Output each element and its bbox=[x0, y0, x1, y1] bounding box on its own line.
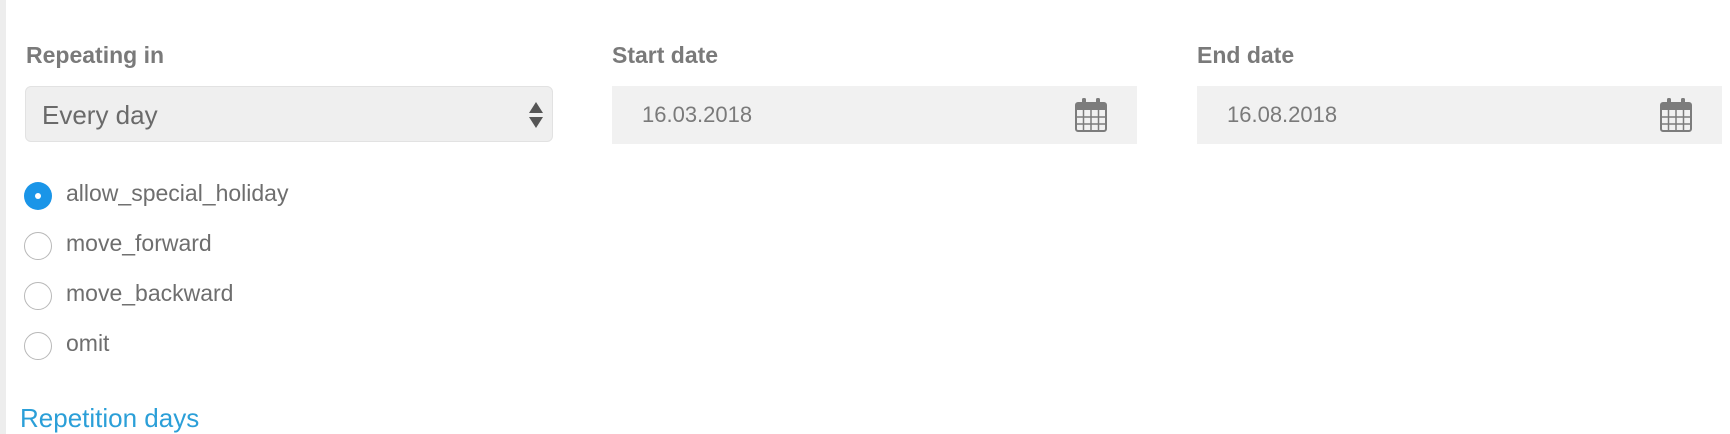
left-border bbox=[0, 0, 6, 434]
end-date-field[interactable]: 16.08.2018 bbox=[1197, 86, 1722, 144]
start-date-value: 16.03.2018 bbox=[642, 102, 753, 127]
start-date-field[interactable]: 16.03.2018 bbox=[612, 86, 1137, 144]
radio-label: move_backward bbox=[66, 280, 234, 306]
radio-button[interactable] bbox=[24, 232, 52, 260]
repeating-select[interactable]: Every day bbox=[25, 86, 553, 142]
radio-label: omit bbox=[66, 330, 110, 356]
radio-label: allow_special_holiday bbox=[66, 180, 289, 206]
end-date-label: End date bbox=[1197, 42, 1295, 68]
radio-button-checked[interactable] bbox=[24, 182, 52, 210]
radio-label: move_forward bbox=[66, 230, 212, 256]
end-date-value: 16.08.2018 bbox=[1227, 102, 1338, 127]
repeating-label: Repeating in bbox=[26, 42, 165, 68]
calendar-icon[interactable] bbox=[1660, 98, 1692, 132]
up-down-arrows-icon bbox=[529, 102, 543, 128]
repetition-days-heading[interactable]: Repetition days bbox=[20, 403, 199, 434]
calendar-icon[interactable] bbox=[1075, 98, 1107, 132]
radio-button[interactable] bbox=[24, 332, 52, 360]
repeating-select-value: Every day bbox=[42, 100, 158, 130]
radio-button[interactable] bbox=[24, 282, 52, 310]
start-date-label: Start date bbox=[612, 42, 719, 68]
